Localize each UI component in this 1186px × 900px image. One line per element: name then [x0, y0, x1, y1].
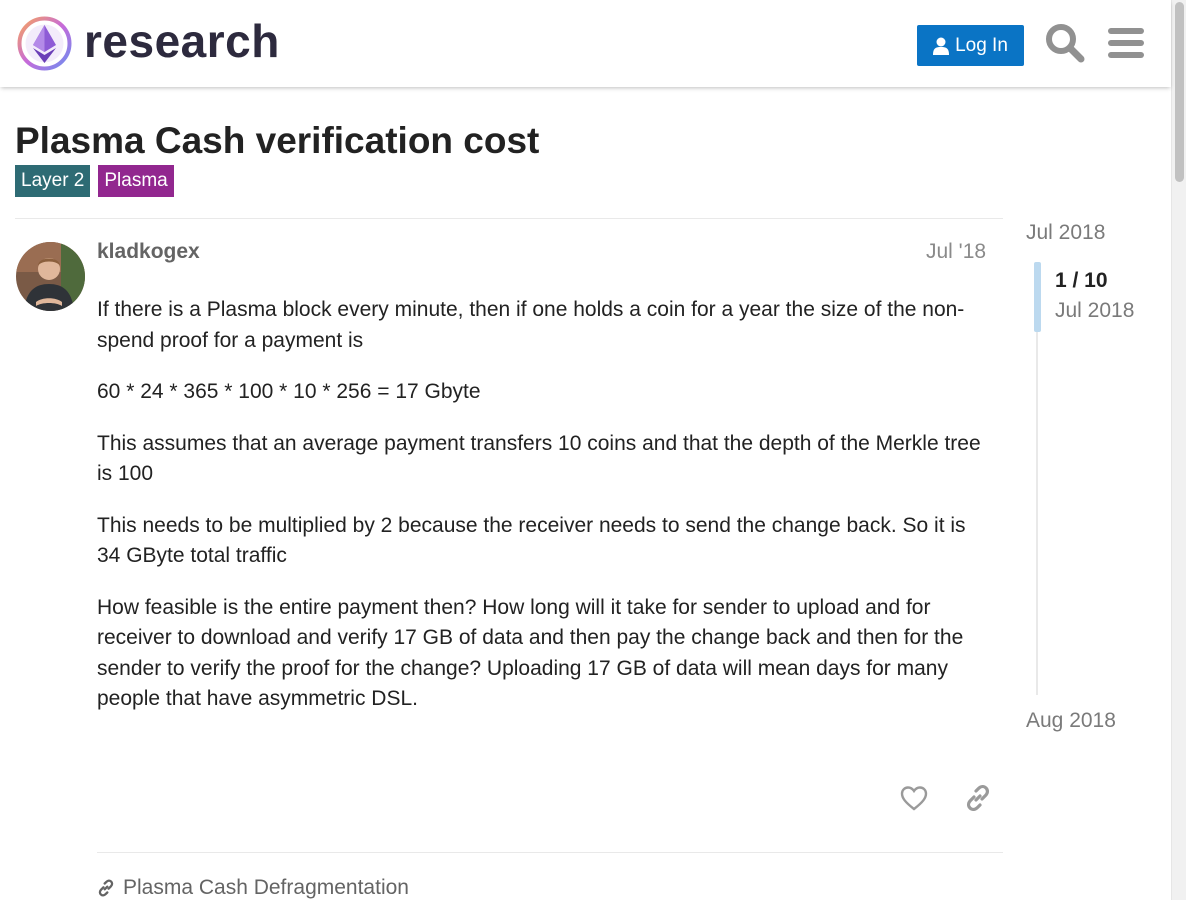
heart-icon — [900, 786, 928, 811]
linked-topic-title: Plasma Cash Defragmentation — [123, 876, 409, 899]
timeline-position: 1 / 10 — [1055, 269, 1108, 292]
login-label: Log In — [955, 34, 1008, 56]
scrollbar-thumb[interactable] — [1175, 2, 1184, 182]
tag-plasma[interactable]: Plasma — [98, 165, 174, 197]
user-icon — [933, 37, 950, 55]
page-scrollbar[interactable] — [1171, 0, 1186, 900]
search-icon — [1046, 24, 1085, 63]
post-paragraph: If there is a Plasma block every minute,… — [97, 298, 965, 352]
link-icon — [98, 879, 114, 897]
post-body: If there is a Plasma block every minute,… — [97, 295, 987, 736]
post-username[interactable]: kladkogex — [97, 240, 200, 264]
share-link-button[interactable] — [960, 780, 996, 816]
site-logo[interactable]: research — [16, 15, 280, 72]
login-button[interactable]: Log In — [917, 25, 1024, 66]
post-date[interactable]: Jul '18 — [926, 240, 986, 264]
avatar[interactable] — [16, 242, 85, 311]
hamburger-menu-icon — [1108, 28, 1144, 58]
site-name: research — [84, 14, 280, 67]
ethresearch-logo-icon — [17, 16, 72, 71]
timeline-start-date[interactable]: Jul 2018 — [1026, 221, 1105, 245]
topic-tags: Layer 2 Plasma — [15, 165, 182, 197]
tag-layer-2[interactable]: Layer 2 — [15, 165, 91, 197]
like-button[interactable] — [896, 780, 932, 816]
linked-topic[interactable]: Plasma Cash Defragmentation — [97, 876, 409, 900]
timeline-end-date[interactable]: Aug 2018 — [1026, 709, 1116, 733]
post-paragraph: This assumes that an average payment tra… — [97, 431, 981, 486]
post-paragraph: This needs to be multiplied by 2 because… — [97, 513, 966, 568]
post-paragraph: How feasible is the entire payment then?… — [97, 595, 964, 711]
timeline-handle[interactable] — [1034, 262, 1041, 332]
post-paragraph: 60 * 24 * 365 * 100 * 10 * 256 = 17 Gbyt… — [97, 380, 481, 403]
topic-divider — [15, 218, 1003, 219]
menu-button[interactable] — [1104, 20, 1148, 66]
timeline-current-date: Jul 2018 — [1055, 299, 1135, 322]
site-header: research Log In — [0, 0, 1171, 87]
post-divider — [97, 852, 1003, 853]
user-avatar-image — [16, 242, 85, 311]
search-button[interactable] — [1043, 20, 1087, 66]
link-icon — [966, 784, 990, 812]
topic-title[interactable]: Plasma Cash verification cost — [15, 120, 539, 162]
